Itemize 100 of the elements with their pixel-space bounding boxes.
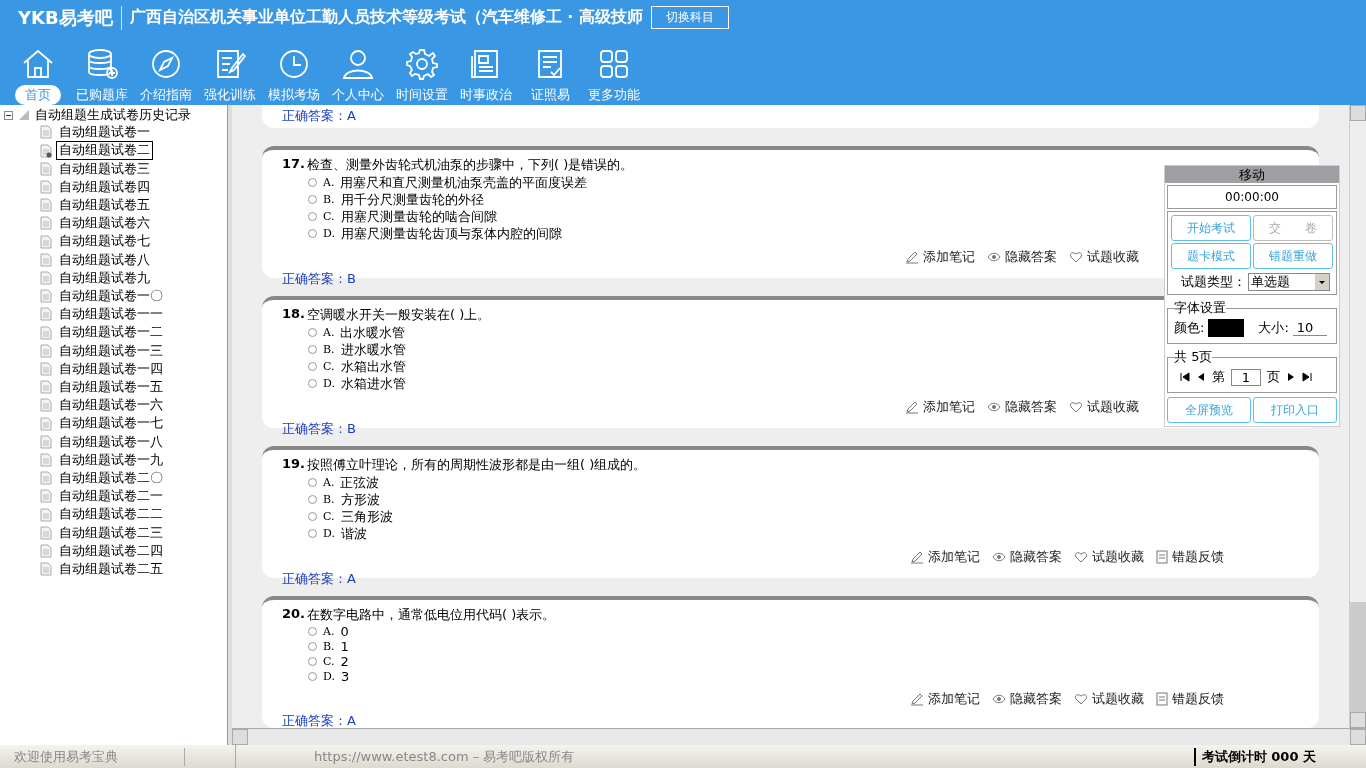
action-link[interactable]: 添加笔记 xyxy=(905,398,975,416)
document-icon xyxy=(40,161,52,176)
eye-icon xyxy=(987,400,1001,414)
tree-item[interactable]: 自动组题试卷二〇 xyxy=(56,469,166,488)
tree-item[interactable]: 自动组题试卷一七 xyxy=(56,414,166,433)
panel-title[interactable]: 移动 xyxy=(1165,166,1339,183)
nav-label: 更多功能 xyxy=(587,86,641,104)
action-link[interactable]: 添加笔记 xyxy=(910,690,980,708)
document-icon xyxy=(40,179,52,194)
nav-label: 首页 xyxy=(15,85,61,105)
tree-item[interactable]: 自动组题试卷一〇 xyxy=(56,287,166,306)
page-prefix: 第 xyxy=(1212,368,1225,386)
tree-item[interactable]: 自动组题试卷一九 xyxy=(56,450,166,470)
tree-item[interactable]: 自动组题试卷三 xyxy=(56,159,153,178)
heart-icon xyxy=(1074,692,1088,706)
size-field[interactable]: 10 xyxy=(1292,320,1327,336)
option-text: 用塞尺和直尺测量机油泵壳盖的平面度误差 xyxy=(340,173,588,192)
tree-item[interactable]: 自动组题试卷二 xyxy=(56,141,153,160)
option-text: 用千分尺测量齿轮的外径 xyxy=(340,190,484,209)
action-link[interactable]: 隐藏答案 xyxy=(987,248,1057,266)
pencil-icon xyxy=(910,550,924,564)
vertical-scrollbar[interactable] xyxy=(1349,105,1366,728)
question-number: 20. xyxy=(282,606,306,623)
nav-label: 时事政治 xyxy=(459,86,513,104)
type-label: 试题类型： xyxy=(1181,273,1246,291)
tree-item[interactable]: 自动组题试卷一 xyxy=(56,123,153,142)
tree-root-label[interactable]: 自动组题生成试卷历史记录 xyxy=(35,107,191,124)
document-icon xyxy=(40,361,52,376)
option-letter: A. xyxy=(323,625,335,638)
option-text: 水箱进水管 xyxy=(340,374,406,393)
collapse-icon[interactable] xyxy=(4,110,13,120)
previous-page-icon[interactable] xyxy=(1196,372,1206,382)
next-page-icon[interactable] xyxy=(1286,372,1296,382)
tree-item[interactable]: 自动组题试卷八 xyxy=(56,250,153,269)
question-number: 18. xyxy=(282,306,306,323)
tree-item[interactable]: 自动组题试卷四 xyxy=(56,177,153,196)
document-icon xyxy=(40,343,52,358)
document-icon xyxy=(40,270,52,285)
nav-label: 时间设置 xyxy=(395,86,449,104)
heart-icon xyxy=(1069,250,1083,264)
tree-item[interactable]: 自动组题试卷七 xyxy=(56,232,153,251)
action-link[interactable]: 试题收藏 xyxy=(1069,398,1139,416)
exam-title: 广西自治区机关事业单位工勤人员技术等级考试（汽车维修工 · 高级技师 xyxy=(129,7,643,28)
font-settings-legend: 字体设置 xyxy=(1174,299,1226,317)
copyright-text: https://www.etest8.com – 易考吧版权所有 xyxy=(313,747,576,766)
tree-item[interactable]: 自动组题试卷二四 xyxy=(56,541,166,561)
correct-answer: 正确答案：A xyxy=(282,712,356,728)
tree-item[interactable]: 自动组题试卷二三 xyxy=(56,523,166,542)
option-text: 谐波 xyxy=(340,524,367,543)
pencil-icon xyxy=(910,692,924,706)
tree-item[interactable]: 自动组题试卷一八 xyxy=(56,432,166,451)
eye-icon xyxy=(987,250,1001,264)
tree-item[interactable]: 自动组题试卷一三 xyxy=(56,341,166,360)
tree-item[interactable]: 自动组题试卷一六 xyxy=(56,396,166,415)
document-icon xyxy=(40,489,52,504)
action-link[interactable]: 试题收藏 xyxy=(1074,548,1144,566)
action-link[interactable]: 错题反馈 xyxy=(1156,548,1224,566)
nav-label: 个人中心 xyxy=(331,86,385,104)
option-letter: B. xyxy=(323,343,335,356)
settings-icon xyxy=(404,46,440,82)
option-text: 出水暖水管 xyxy=(340,323,406,342)
document-icon xyxy=(40,380,52,395)
document-icon xyxy=(40,234,52,249)
tree-item[interactable]: 自动组题试卷五 xyxy=(56,196,153,215)
action-link[interactable]: 隐藏答案 xyxy=(992,548,1062,566)
tree-item[interactable]: 自动组题试卷二一 xyxy=(56,487,166,506)
action-link[interactable]: 试题收藏 xyxy=(1069,248,1139,266)
page-field[interactable]: 1 xyxy=(1231,368,1261,386)
tree-item[interactable]: 自动组题试卷一二 xyxy=(56,323,166,342)
horizontal-scrollbar[interactable] xyxy=(232,728,1366,745)
question-text: 按照傅立叶理论，所有的周期性波形都是由一组( )组成的。 xyxy=(307,456,647,474)
action-link[interactable]: 添加笔记 xyxy=(905,248,975,266)
action-link[interactable]: 隐藏答案 xyxy=(992,690,1062,708)
tree-item[interactable]: 自动组题试卷一四 xyxy=(56,359,166,379)
option-letter: C. xyxy=(323,210,335,223)
action-link[interactable]: 错题反馈 xyxy=(1156,690,1224,708)
type-dropdown[interactable]: 单选题 xyxy=(1248,273,1330,291)
color-swatch[interactable] xyxy=(1208,319,1245,337)
option-letter: C. xyxy=(323,510,335,523)
tree-item[interactable]: 自动组题试卷一五 xyxy=(56,378,166,397)
last-page-icon[interactable] xyxy=(1302,372,1312,382)
tree-item[interactable]: 自动组题试卷二五 xyxy=(56,560,166,579)
tree-item[interactable]: 自动组题试卷一一 xyxy=(56,305,166,324)
action-link[interactable]: 隐藏答案 xyxy=(987,398,1057,416)
document-icon xyxy=(40,325,52,340)
folder-triangle-icon xyxy=(17,109,31,122)
document-icon xyxy=(1156,550,1168,564)
action-link[interactable]: 添加笔记 xyxy=(910,548,980,566)
tree-item[interactable]: 自动组题试卷六 xyxy=(56,214,153,233)
document-icon xyxy=(40,562,52,577)
tree-item[interactable]: 自动组题试卷九 xyxy=(56,268,153,288)
first-page-icon[interactable] xyxy=(1180,372,1190,382)
document-icon xyxy=(40,125,52,140)
option-letter: D. xyxy=(323,670,335,683)
app-logo: YKB易考吧 xyxy=(18,5,122,30)
tree-item[interactable]: 自动组题试卷二二 xyxy=(56,505,166,524)
correct-answer: 正确答案：A xyxy=(282,107,356,125)
option-letter: C. xyxy=(323,655,335,668)
action-link[interactable]: 试题收藏 xyxy=(1074,690,1144,708)
question-text: 在数字电路中，通常低电位用代码( )表示。 xyxy=(307,606,556,624)
